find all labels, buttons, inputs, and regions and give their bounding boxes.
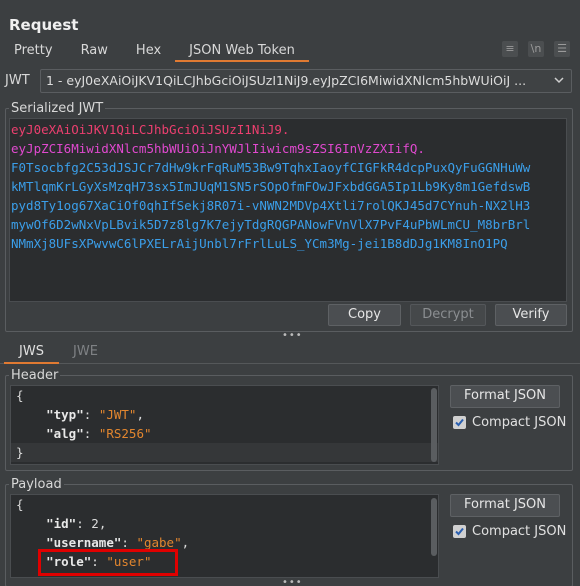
jwt-header-segment: eyJ0eXAiOiJKV1QiLCJhbGciOiJSUzI1NiJ9. [11, 122, 290, 137]
verify-button[interactable]: Verify [495, 304, 567, 326]
tab-jws[interactable]: JWS [4, 342, 59, 364]
resize-handle[interactable]: ••• [282, 578, 302, 586]
header-open-brace: { [16, 388, 24, 403]
jwt-signature-line: NMmXj8UFsXPwvwC6lPXELrAijUnbl7rFrlLuLS_Y… [11, 236, 508, 251]
header-entry: "typ": "JWT", [46, 407, 144, 422]
header-compact-json-option[interactable]: Compact JSON [453, 415, 566, 430]
resize-handle[interactable]: ••• [282, 331, 302, 341]
menu-icon[interactable]: ☰ [554, 41, 570, 57]
jwt-selector-value: 1 - eyJ0eXAiOiJKV1QiLCJhbGciOiJSUzI1NiJ9… [46, 73, 527, 88]
serialized-jwt-legend: Serialized JWT [11, 101, 104, 116]
payload-format-json-button[interactable]: Format JSON [450, 494, 560, 517]
checkbox-checked-icon[interactable] [453, 416, 466, 429]
chevron-down-icon [554, 77, 564, 84]
tab-raw[interactable]: Raw [67, 40, 122, 62]
payload-compact-json-label: Compact JSON [472, 524, 567, 539]
role-highlight-box [38, 549, 178, 576]
header-compact-json-label: Compact JSON [472, 415, 567, 430]
signature-type-tabs: JWS JWE [0, 340, 580, 364]
checkbox-checked-icon[interactable] [453, 525, 466, 538]
tab-toolbar: ≡ \n ☰ [502, 41, 570, 57]
payload-legend: Payload [11, 477, 62, 492]
decrypt-button[interactable]: Decrypt [410, 304, 486, 326]
jwt-signature-line: mywOf6D2wNxVpLBvik5D7z8lg7K7ejyTdgRQGPAN… [11, 217, 531, 232]
payload-scrollbar[interactable] [431, 498, 437, 556]
tab-hex[interactable]: Hex [122, 40, 175, 62]
header-entry: "alg": "RS256" [46, 426, 152, 441]
jwt-signature-line: F0Tsocbfg2C53dJSJCr7dHw9krFqRuM53Bw9Tqhx… [11, 160, 531, 175]
jwt-payload-segment: eyJpZCI6MiwidXNlcm5hbWUiOiJnYWJlIiwicm9s… [11, 141, 425, 156]
copy-button[interactable]: Copy [328, 304, 401, 326]
header-json-editor[interactable]: { "typ": "JWT", "alg": "RS256" } [10, 385, 439, 465]
tab-pretty[interactable]: Pretty [0, 40, 67, 62]
jwt-selector-dropdown[interactable]: 1 - eyJ0eXAiOiJKV1QiLCJhbGciOiJSUzI1NiJ9… [40, 69, 572, 93]
view-tabs: Pretty Raw Hex JSON Web Token ≡ \n ☰ [0, 40, 580, 64]
header-legend: Header [11, 368, 59, 383]
tab-jwe[interactable]: JWE [58, 342, 113, 364]
jwt-selector-label: JWT [5, 73, 30, 88]
tab-json-web-token[interactable]: JSON Web Token [175, 40, 309, 62]
header-close-brace: } [11, 443, 438, 462]
payload-entry: "id": 2, [46, 516, 107, 531]
wrap-lines-icon[interactable]: ≡ [502, 41, 518, 57]
serialized-jwt-textarea[interactable]: eyJ0eXAiOiJKV1QiLCJhbGciOiJSUzI1NiJ9. ey… [9, 118, 567, 302]
header-scrollbar[interactable] [431, 388, 437, 462]
payload-compact-json-option[interactable]: Compact JSON [453, 524, 566, 539]
newline-toggle-icon[interactable]: \n [528, 41, 544, 57]
jwt-signature-line: kMTlqmKrLGyXsMzqH73sx5ImJUqM1SN5rSOpOfmF… [11, 179, 531, 194]
jwt-signature-line: pyd8Ty1og67XaCiOf0qhIfSekj8R07i-vNWN2MDV… [11, 198, 531, 213]
payload-open-brace: { [16, 497, 24, 512]
header-format-json-button[interactable]: Format JSON [450, 385, 560, 408]
panel-title: Request [9, 16, 79, 34]
